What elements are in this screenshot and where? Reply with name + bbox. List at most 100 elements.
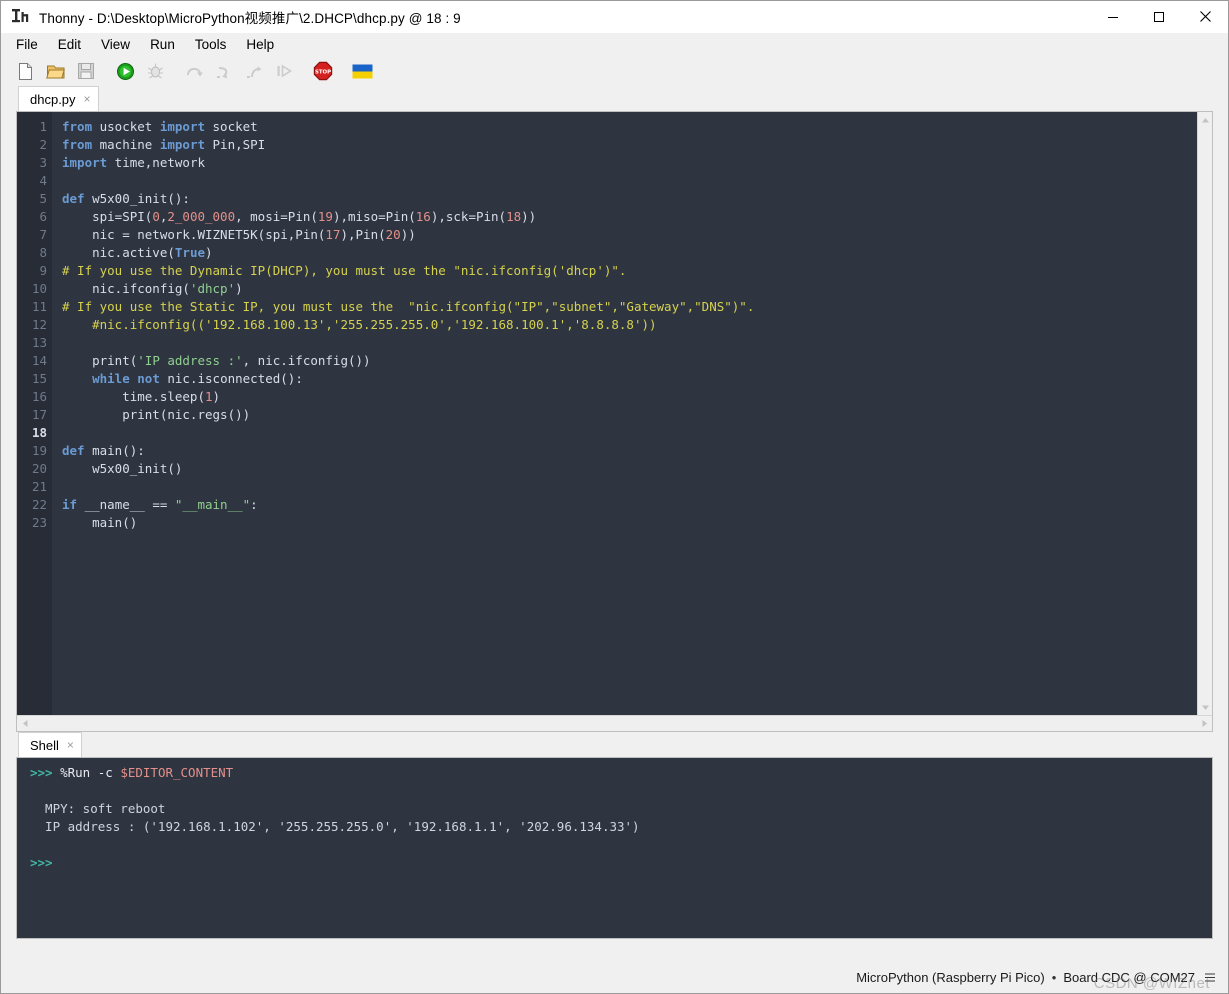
editor-vertical-scrollbar[interactable]: [1197, 112, 1212, 715]
code-line: #nic.ifconfig(('192.168.100.13','255.255…: [62, 316, 1197, 334]
shell-tabstrip: Shell ×: [1, 732, 1228, 757]
shell-segment: >>>: [30, 855, 53, 870]
status-bar: MicroPython (Raspberry Pi Pico) • Board …: [1, 961, 1228, 993]
code-token: machine: [92, 137, 160, 152]
line-number: 6: [39, 209, 47, 224]
code-line: nic = network.WIZNET5K(spi,Pin(17),Pin(2…: [62, 226, 1197, 244]
code-token: print(: [62, 353, 138, 368]
code-token: not: [137, 371, 160, 386]
status-connection[interactable]: Board CDC @ COM27: [1063, 970, 1195, 985]
shell-segment: %Run -c: [60, 765, 121, 780]
new-file-icon[interactable]: [15, 60, 37, 82]
line-number: 19: [31, 443, 47, 458]
code-token: "__main__": [174, 497, 251, 512]
code-token: 17: [325, 227, 341, 242]
code-token: time,network: [107, 155, 205, 170]
menu-item-file[interactable]: File: [10, 33, 48, 56]
scroll-down-icon[interactable]: [1198, 699, 1212, 715]
line-number: 18: [31, 425, 47, 440]
shell-segment: IP address : ('192.168.1.102', '255.255.…: [30, 819, 640, 834]
open-file-icon[interactable]: [45, 60, 67, 82]
code-token: #nic.ifconfig(('192.168.100.13','255.255…: [62, 317, 657, 332]
menu-item-tools[interactable]: Tools: [185, 33, 237, 56]
line-number: 10: [31, 281, 47, 296]
shell-line: >>> %Run -c $EDITOR_CONTENT: [30, 764, 1212, 782]
code-token: socket: [205, 119, 258, 134]
code-token: 'dhcp': [189, 281, 236, 296]
code-token: def: [62, 443, 85, 458]
line-number: 5: [39, 191, 47, 206]
code-token: 16: [415, 209, 431, 224]
tab-dhcp-py[interactable]: dhcp.py ×: [18, 86, 99, 111]
window-title: Thonny - D:\Desktop\MicroPython视频推广\2.DH…: [39, 10, 461, 26]
code-token: True: [174, 245, 205, 260]
minimize-button[interactable]: [1090, 1, 1136, 33]
stop-icon[interactable]: STOP: [312, 60, 334, 82]
code-line: main(): [62, 514, 1197, 532]
code-token: ): [205, 245, 213, 260]
code-line: nic.active(True): [62, 244, 1197, 262]
toolbar: STOP: [1, 56, 1228, 86]
ukraine-flag-icon[interactable]: [351, 60, 373, 82]
svg-text:STOP: STOP: [315, 70, 331, 76]
shell-output[interactable]: >>> %Run -c $EDITOR_CONTENT MPY: soft re…: [17, 758, 1212, 938]
thonny-window: Thonny - D:\Desktop\MicroPython视频推广\2.DH…: [0, 0, 1229, 994]
status-interpreter[interactable]: MicroPython (Raspberry Pi Pico): [856, 970, 1045, 985]
status-separator: •: [1051, 969, 1057, 985]
run-icon[interactable]: [114, 60, 136, 82]
line-number: 12: [31, 317, 47, 332]
save-file-icon: [75, 60, 97, 82]
tab-label: dhcp.py: [30, 91, 76, 107]
line-number-gutter: 1 2 3 4 5 6 7 8 9 10 11 12 13 14 15 16 17 18 19 20 21 22 23: [17, 112, 52, 715]
editor-horizontal-scrollbar[interactable]: [17, 715, 1212, 731]
line-number: 7: [39, 227, 47, 242]
menu-item-help[interactable]: Help: [236, 33, 284, 56]
code-token: 0: [152, 209, 160, 224]
maximize-button[interactable]: [1136, 1, 1182, 33]
hamburger-menu-icon[interactable]: [1204, 972, 1216, 983]
code-token: 20: [385, 227, 401, 242]
line-number: 9: [39, 263, 47, 278]
menu-bar: File Edit View Run Tools Help: [1, 33, 1228, 56]
code-token: time.sleep(: [62, 389, 205, 404]
tab-shell[interactable]: Shell ×: [18, 732, 82, 757]
code-token: spi=SPI(: [62, 209, 153, 224]
code-token: if: [62, 497, 78, 512]
code-token: ),miso=Pin(: [332, 209, 416, 224]
close-icon[interactable]: ×: [67, 739, 74, 751]
code-token: usocket: [92, 119, 160, 134]
close-button[interactable]: [1182, 1, 1228, 33]
code-token: while: [92, 371, 130, 386]
code-line: # If you use the Dynamic IP(DHCP), you m…: [62, 262, 1197, 280]
code-token: # If you use the Dynamic IP(DHCP), you m…: [62, 263, 627, 278]
menu-item-edit[interactable]: Edit: [48, 33, 91, 56]
line-number: 13: [31, 335, 47, 350]
menu-item-run[interactable]: Run: [140, 33, 185, 56]
scroll-up-icon[interactable]: [1201, 112, 1210, 128]
editor-tabstrip: dhcp.py ×: [1, 86, 1228, 111]
code-token: from: [62, 119, 93, 134]
step-into-icon: [213, 60, 235, 82]
line-number: 23: [31, 515, 47, 530]
line-number: 1: [39, 119, 47, 134]
close-icon[interactable]: ×: [84, 93, 91, 105]
menu-item-view[interactable]: View: [91, 33, 140, 56]
tab-label: Shell: [30, 737, 59, 753]
scroll-right-icon[interactable]: [1196, 716, 1212, 731]
shell-line: MPY: soft reboot: [30, 800, 1212, 818]
line-number: 21: [31, 479, 47, 494]
resume-icon: [273, 60, 295, 82]
code-line: nic.ifconfig('dhcp'): [62, 280, 1197, 298]
code-token: , mosi=Pin(: [235, 209, 318, 224]
scroll-left-icon[interactable]: [17, 719, 33, 728]
debug-icon: [144, 60, 166, 82]
code-token: :: [250, 497, 258, 512]
code-token: nic.isconnected():: [159, 371, 303, 386]
code-token: 18: [506, 209, 522, 224]
code-line: w5x00_init(): [62, 460, 1197, 478]
bottom-filler: [1, 939, 1228, 961]
code-text-area[interactable]: from usocket import socket from machine i…: [52, 112, 1197, 715]
code-line: from machine import Pin,SPI: [62, 136, 1197, 154]
